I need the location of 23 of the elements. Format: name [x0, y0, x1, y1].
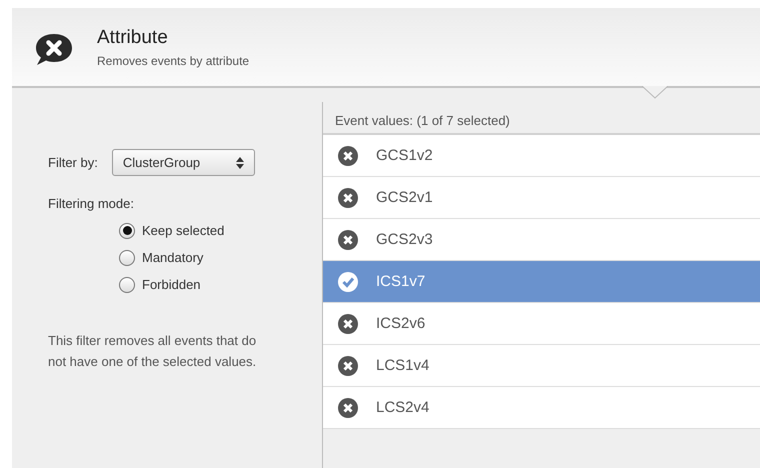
- close-circle-icon: [338, 146, 358, 166]
- filter-label: Filter by:: [48, 155, 98, 170]
- panel-title: Attribute: [97, 26, 169, 48]
- close-circle-icon: [338, 230, 358, 250]
- close-circle-icon: [338, 314, 358, 334]
- radio-option[interactable]: Forbidden: [119, 275, 322, 294]
- mode-label: Filtering mode:: [48, 196, 135, 211]
- filter-dropdown[interactable]: ClusterGroup: [112, 149, 255, 176]
- list-item[interactable]: LCS1v4: [323, 345, 760, 387]
- updown-caret-icon: [236, 156, 244, 168]
- list-item[interactable]: GCS2v1: [323, 177, 760, 219]
- check-circle-icon: [338, 272, 358, 292]
- radio-option[interactable]: Mandatory: [119, 248, 322, 267]
- panel-subtitle: Removes events by attribute: [97, 54, 250, 68]
- list-item[interactable]: LCS2v4: [323, 387, 760, 429]
- close-circle-icon: [338, 188, 358, 208]
- radio-option[interactable]: Keep selected: [119, 221, 322, 240]
- close-circle-icon: [338, 398, 358, 418]
- filter-description: This filter removes all events that do not have one of the selected values.: [48, 332, 258, 371]
- list-item[interactable]: GCS1v2: [323, 135, 760, 177]
- list-item[interactable]: ICS2v6: [323, 303, 760, 345]
- speech-bubble-close-icon: [34, 31, 74, 67]
- close-circle-icon: [338, 356, 358, 376]
